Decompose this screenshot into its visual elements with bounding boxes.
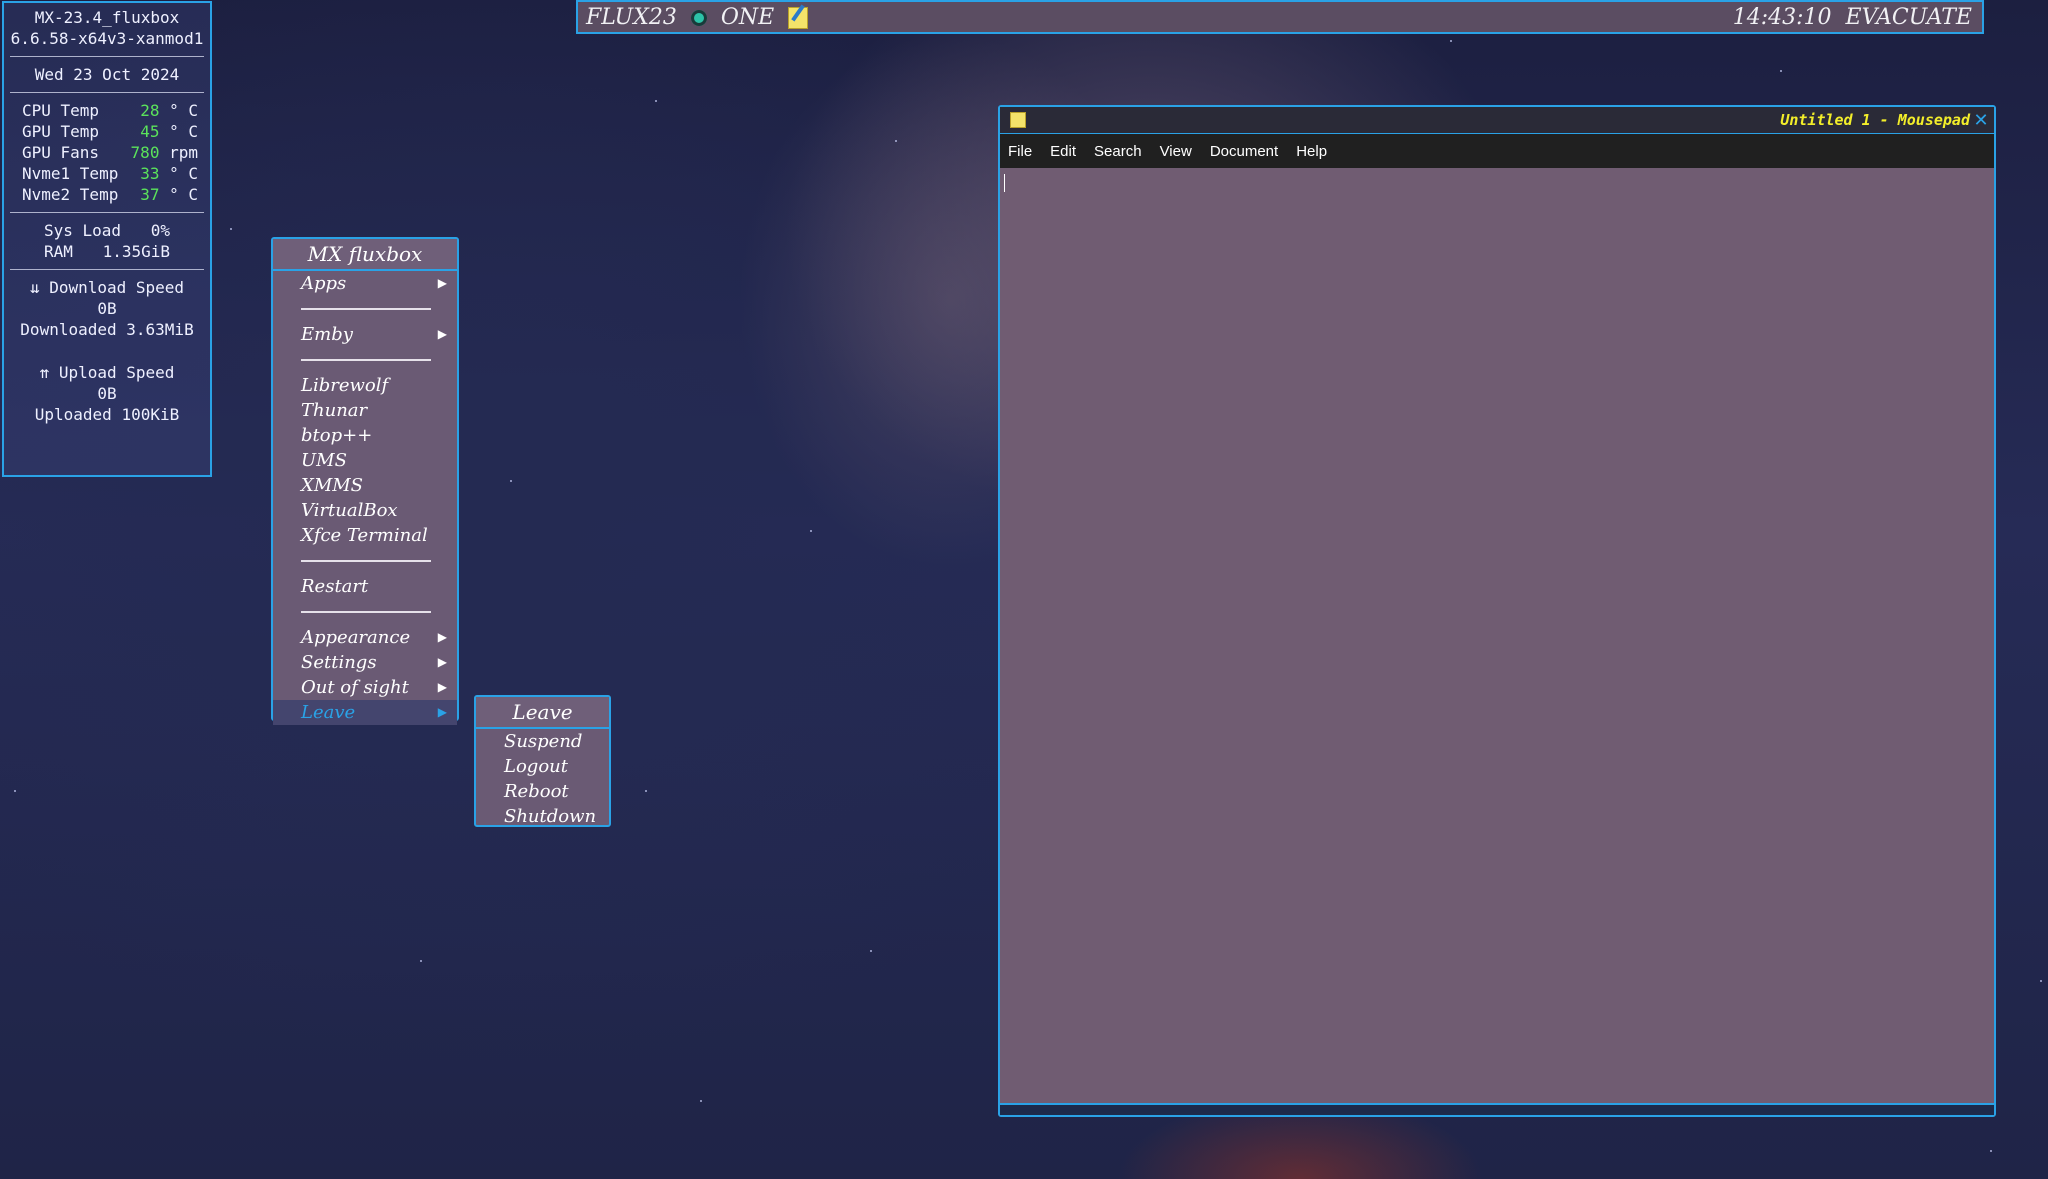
sensor-label: Nvme1 Temp — [22, 164, 119, 183]
menu-document[interactable]: Document — [1210, 143, 1278, 160]
toolbar-brand[interactable]: FLUX23 — [586, 5, 677, 30]
menu-item-ums[interactable]: UMS — [273, 448, 457, 473]
leave-menu-title: Leave — [476, 697, 609, 729]
mousepad-task-icon[interactable] — [788, 6, 809, 29]
menu-item-shutdown[interactable]: Shutdown — [476, 804, 609, 829]
menu-item-restart[interactable]: Restart — [273, 574, 457, 599]
sensor-row: GPU Temp 45 ° C — [4, 121, 210, 142]
menu-item-out-of-sight[interactable]: Out of sight ▶ — [273, 675, 457, 700]
date: Wed 23 Oct 2024 — [34, 65, 180, 84]
sensor-label: Nvme2 Temp — [22, 185, 119, 204]
divider — [10, 56, 204, 57]
download-speed-value: 0B — [97, 299, 117, 318]
window-titlebar[interactable]: Untitled 1 - Mousepad ✕ — [1000, 107, 1994, 134]
close-icon[interactable]: ✕ — [1970, 110, 1992, 131]
kernel-version: 6.6.58-x64v3-xanmod1 — [10, 29, 204, 48]
uploaded-row: Uploaded 100KiB — [34, 405, 180, 424]
root-menu: MX fluxbox Apps ▶ Emby ▶ Librewolf Thunar … — [271, 237, 459, 725]
sensor-row: CPU Temp 28 ° C — [4, 100, 210, 121]
menu-item-appearance[interactable]: Appearance ▶ — [273, 625, 457, 650]
menubar: File Edit Search View Document Help — [1000, 134, 1994, 168]
menu-item-emby[interactable]: Emby ▶ — [273, 322, 457, 347]
menu-item-librewolf[interactable]: Librewolf — [273, 373, 457, 398]
menu-help[interactable]: Help — [1296, 143, 1327, 160]
menu-item-logout[interactable]: Logout — [476, 754, 609, 779]
mousepad-app-icon — [1010, 112, 1026, 128]
menu-item-btop[interactable]: btop++ — [273, 423, 457, 448]
root-menu-title: MX fluxbox — [273, 239, 457, 271]
menu-separator — [301, 560, 431, 562]
workspace-name[interactable]: ONE — [721, 5, 774, 30]
download-speed-label: ⇊ Download Speed — [29, 278, 185, 297]
divider — [10, 212, 204, 213]
submenu-arrow-icon: ▶ — [437, 327, 447, 341]
sensor-label: GPU Fans — [22, 143, 100, 162]
hostname: MX-23.4_fluxbox — [34, 8, 180, 27]
text-editor-area[interactable] — [1000, 168, 1994, 1105]
divider — [10, 92, 204, 93]
sensor-row: GPU Fans 780 rpm — [4, 142, 210, 163]
text-caret — [1004, 174, 1005, 192]
menu-item-virtualbox[interactable]: VirtualBox — [273, 498, 457, 523]
submenu-arrow-icon: ▶ — [437, 680, 447, 694]
sensor-value: 37 ° C — [140, 185, 198, 204]
sensor-value: 33 ° C — [140, 164, 198, 183]
submenu-arrow-icon: ▶ — [437, 705, 447, 719]
sensor-value: 780 rpm — [130, 143, 198, 162]
window-title: Untitled 1 - Mousepad — [1780, 111, 1970, 129]
menu-file[interactable]: File — [1008, 143, 1032, 160]
menu-item-apps[interactable]: Apps ▶ — [273, 271, 457, 296]
menu-edit[interactable]: Edit — [1050, 143, 1076, 160]
menu-item-suspend[interactable]: Suspend — [476, 729, 609, 754]
menu-search[interactable]: Search — [1094, 143, 1142, 160]
fluxbox-toolbar: FLUX23 ONE 14:43:10 EVACUATE — [576, 0, 1984, 34]
submenu-arrow-icon: ▶ — [437, 630, 447, 644]
sensor-label: CPU Temp — [22, 101, 100, 120]
sys-load-row: Sys Load 0% — [44, 221, 170, 240]
clock: 14:43:10 — [1732, 5, 1832, 30]
leave-submenu: Leave Suspend Logout Reboot Shutdown — [474, 695, 611, 827]
menu-item-xmms[interactable]: XMMS — [273, 473, 457, 498]
menu-item-leave[interactable]: Leave ▶ — [273, 700, 457, 725]
menu-separator — [301, 359, 431, 361]
menu-item-reboot[interactable]: Reboot — [476, 779, 609, 804]
sensor-row: Nvme2 Temp 37 ° C — [4, 184, 210, 205]
submenu-arrow-icon: ▶ — [437, 655, 447, 669]
mousepad-window: Untitled 1 - Mousepad ✕ File Edit Search… — [998, 105, 1996, 1117]
window-resize-handle[interactable] — [1000, 1103, 1994, 1115]
systray-app-icon[interactable] — [690, 9, 707, 26]
sensor-list: CPU Temp 28 ° C GPU Temp 45 ° C GPU Fans 780 … — [4, 100, 210, 205]
menu-item-xfce-terminal[interactable]: Xfce Terminal — [273, 523, 457, 548]
menu-separator — [301, 611, 431, 613]
menu-view[interactable]: View — [1160, 143, 1192, 160]
upload-speed-label: ⇈ Upload Speed — [39, 363, 175, 382]
ram-row: RAM 1.35GiB — [44, 242, 170, 261]
divider — [10, 269, 204, 270]
menu-item-settings[interactable]: Settings ▶ — [273, 650, 457, 675]
sensor-row: Nvme1 Temp 33 ° C — [4, 163, 210, 184]
menu-separator — [301, 308, 431, 310]
conky-system-monitor: MX-23.4_fluxbox 6.6.58-x64v3-xanmod1 Wed… — [2, 1, 212, 477]
sensor-label: GPU Temp — [22, 122, 100, 141]
exit-button[interactable]: EVACUATE — [1846, 5, 1972, 30]
sensor-value: 45 ° C — [140, 122, 198, 141]
submenu-arrow-icon: ▶ — [437, 276, 447, 290]
sensor-value: 28 ° C — [140, 101, 198, 120]
downloaded-row: Downloaded 3.63MiB — [20, 320, 194, 339]
menu-item-thunar[interactable]: Thunar — [273, 398, 457, 423]
upload-speed-value: 0B — [97, 384, 117, 403]
